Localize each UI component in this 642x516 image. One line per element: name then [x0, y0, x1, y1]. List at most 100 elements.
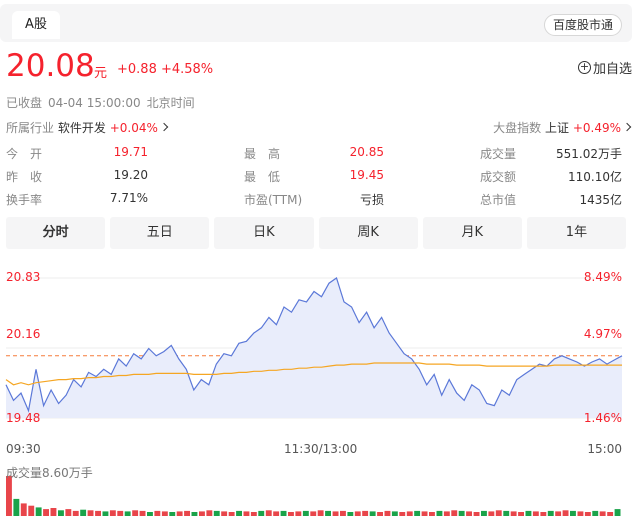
volume-bar: [6, 476, 12, 516]
volume-bar: [169, 512, 176, 516]
x-tick-midday: 11:30/13:00: [284, 442, 358, 456]
volume-bar: [369, 511, 376, 516]
index-change: +0.49%: [572, 121, 621, 135]
volume-bar: [354, 511, 361, 516]
volume-bar: [525, 510, 532, 516]
volume-bar: [280, 510, 287, 516]
volume-bar: [80, 509, 87, 516]
volume-bar: [443, 511, 450, 516]
status-timezone: 北京时间: [146, 96, 195, 110]
price-unit: 元: [94, 66, 108, 81]
volume-bar: [518, 512, 524, 516]
volume-bar: [236, 510, 242, 516]
volume-bar: [206, 510, 213, 516]
volume-bar: [421, 511, 428, 516]
volume-bar: [429, 512, 435, 516]
stat-value: 110.10亿: [568, 170, 622, 184]
current-price: 20.08: [6, 48, 95, 84]
volume-bar: [161, 511, 168, 516]
volume-bar: [288, 512, 294, 516]
volume-bar: [458, 510, 465, 516]
stat-label: 总市值: [480, 193, 517, 207]
stat-value: 7.71%: [109, 191, 148, 205]
volume-bar: [199, 511, 205, 516]
stat-value: 19.20: [113, 168, 148, 182]
volume-bar: [65, 509, 72, 516]
stat-label: 成交额: [480, 170, 517, 184]
chevron-right-icon: [622, 122, 632, 132]
industry-change: +0.04%: [109, 121, 158, 135]
volume-bar: [191, 512, 198, 516]
volume-bar: [124, 511, 131, 516]
y-right-tick-top: 8.49%: [583, 270, 622, 284]
tab-分时[interactable]: 分时: [6, 217, 106, 249]
tab-日K[interactable]: 日K: [214, 217, 314, 249]
volume-bar: [20, 503, 27, 516]
brand-badge[interactable]: 百度股市通: [543, 14, 622, 36]
volume-bar: [154, 510, 161, 516]
index-link[interactable]: 大盘指数 上证 +0.49%: [493, 119, 632, 136]
volume-bar: [184, 510, 190, 516]
volume-bar: [117, 510, 124, 516]
volume-bar: [43, 509, 49, 516]
tab-周K[interactable]: 周K: [318, 217, 418, 249]
volume-bar: [599, 511, 606, 516]
volume-bar: [332, 511, 339, 516]
industry-link[interactable]: 所属行业 软件开发 +0.04%: [6, 119, 169, 136]
tab-五日[interactable]: 五日: [110, 217, 210, 249]
volume-bar: [102, 511, 109, 516]
y-left-tick-bottom: 19.48: [6, 411, 41, 425]
tab-a-shares[interactable]: A股: [12, 11, 60, 39]
volume-bar: [213, 510, 220, 516]
add-watchlist-button[interactable]: + 加自选: [577, 58, 632, 77]
volume-label: 成交量8.60万手: [6, 466, 93, 480]
stat-label: 换手率: [6, 193, 43, 207]
volume-bar: [258, 510, 265, 516]
volume-bar: [221, 511, 228, 516]
tab-1年[interactable]: 1年: [526, 217, 627, 249]
volume-bar: [176, 511, 183, 516]
volume-bar: [325, 510, 331, 516]
tab-月K[interactable]: 月K: [422, 217, 522, 249]
volume-bar: [532, 511, 539, 516]
volume-bar: [399, 512, 406, 516]
volume-bar: [614, 509, 621, 516]
industry-label: 所属行业: [6, 121, 55, 135]
volume-bar: [340, 510, 346, 516]
add-watchlist-label: 加自选: [592, 62, 632, 77]
stat-value: 20.85: [349, 145, 384, 159]
volume-bar: [436, 510, 443, 516]
volume-bar: [451, 510, 458, 516]
volume-bar: [13, 498, 20, 516]
market-status: 已收盘 04-04 15:00:00 北京时间: [6, 94, 201, 111]
stat-label: 最 高: [244, 147, 281, 161]
volume-bar: [347, 512, 354, 516]
volume-bar: [466, 511, 472, 516]
volume-bar: [109, 510, 116, 516]
industry-name: 软件开发: [57, 121, 106, 135]
chevron-right-icon: [159, 122, 169, 132]
volume-bar: [495, 510, 502, 516]
volume-bar: [570, 510, 576, 516]
volume-bar: [406, 511, 413, 516]
volume-bar: [510, 511, 517, 516]
stat-value: 1435亿: [579, 193, 622, 207]
index-name: 上证: [544, 121, 569, 135]
x-tick-open: 09:30: [6, 442, 41, 456]
x-tick-close: 15:00: [587, 442, 622, 456]
volume-bar: [391, 511, 398, 516]
volume-bar: [50, 508, 57, 516]
period-tabs: 分时 五日 日K 周K 月K 1年: [6, 217, 627, 249]
volume-bar: [555, 511, 562, 516]
volume-bar: [147, 512, 153, 516]
volume-bar: [72, 510, 79, 516]
stat-label: 今 开: [6, 147, 43, 161]
stat-value: 551.02万手: [556, 147, 622, 161]
volume-bar: [132, 510, 139, 516]
volume-bar: [302, 510, 309, 516]
volume-bar: [377, 512, 383, 516]
volume-bar: [540, 512, 547, 516]
volume-bar: [310, 511, 317, 516]
volume-bar: [607, 512, 614, 516]
intraday-chart: [0, 258, 642, 516]
